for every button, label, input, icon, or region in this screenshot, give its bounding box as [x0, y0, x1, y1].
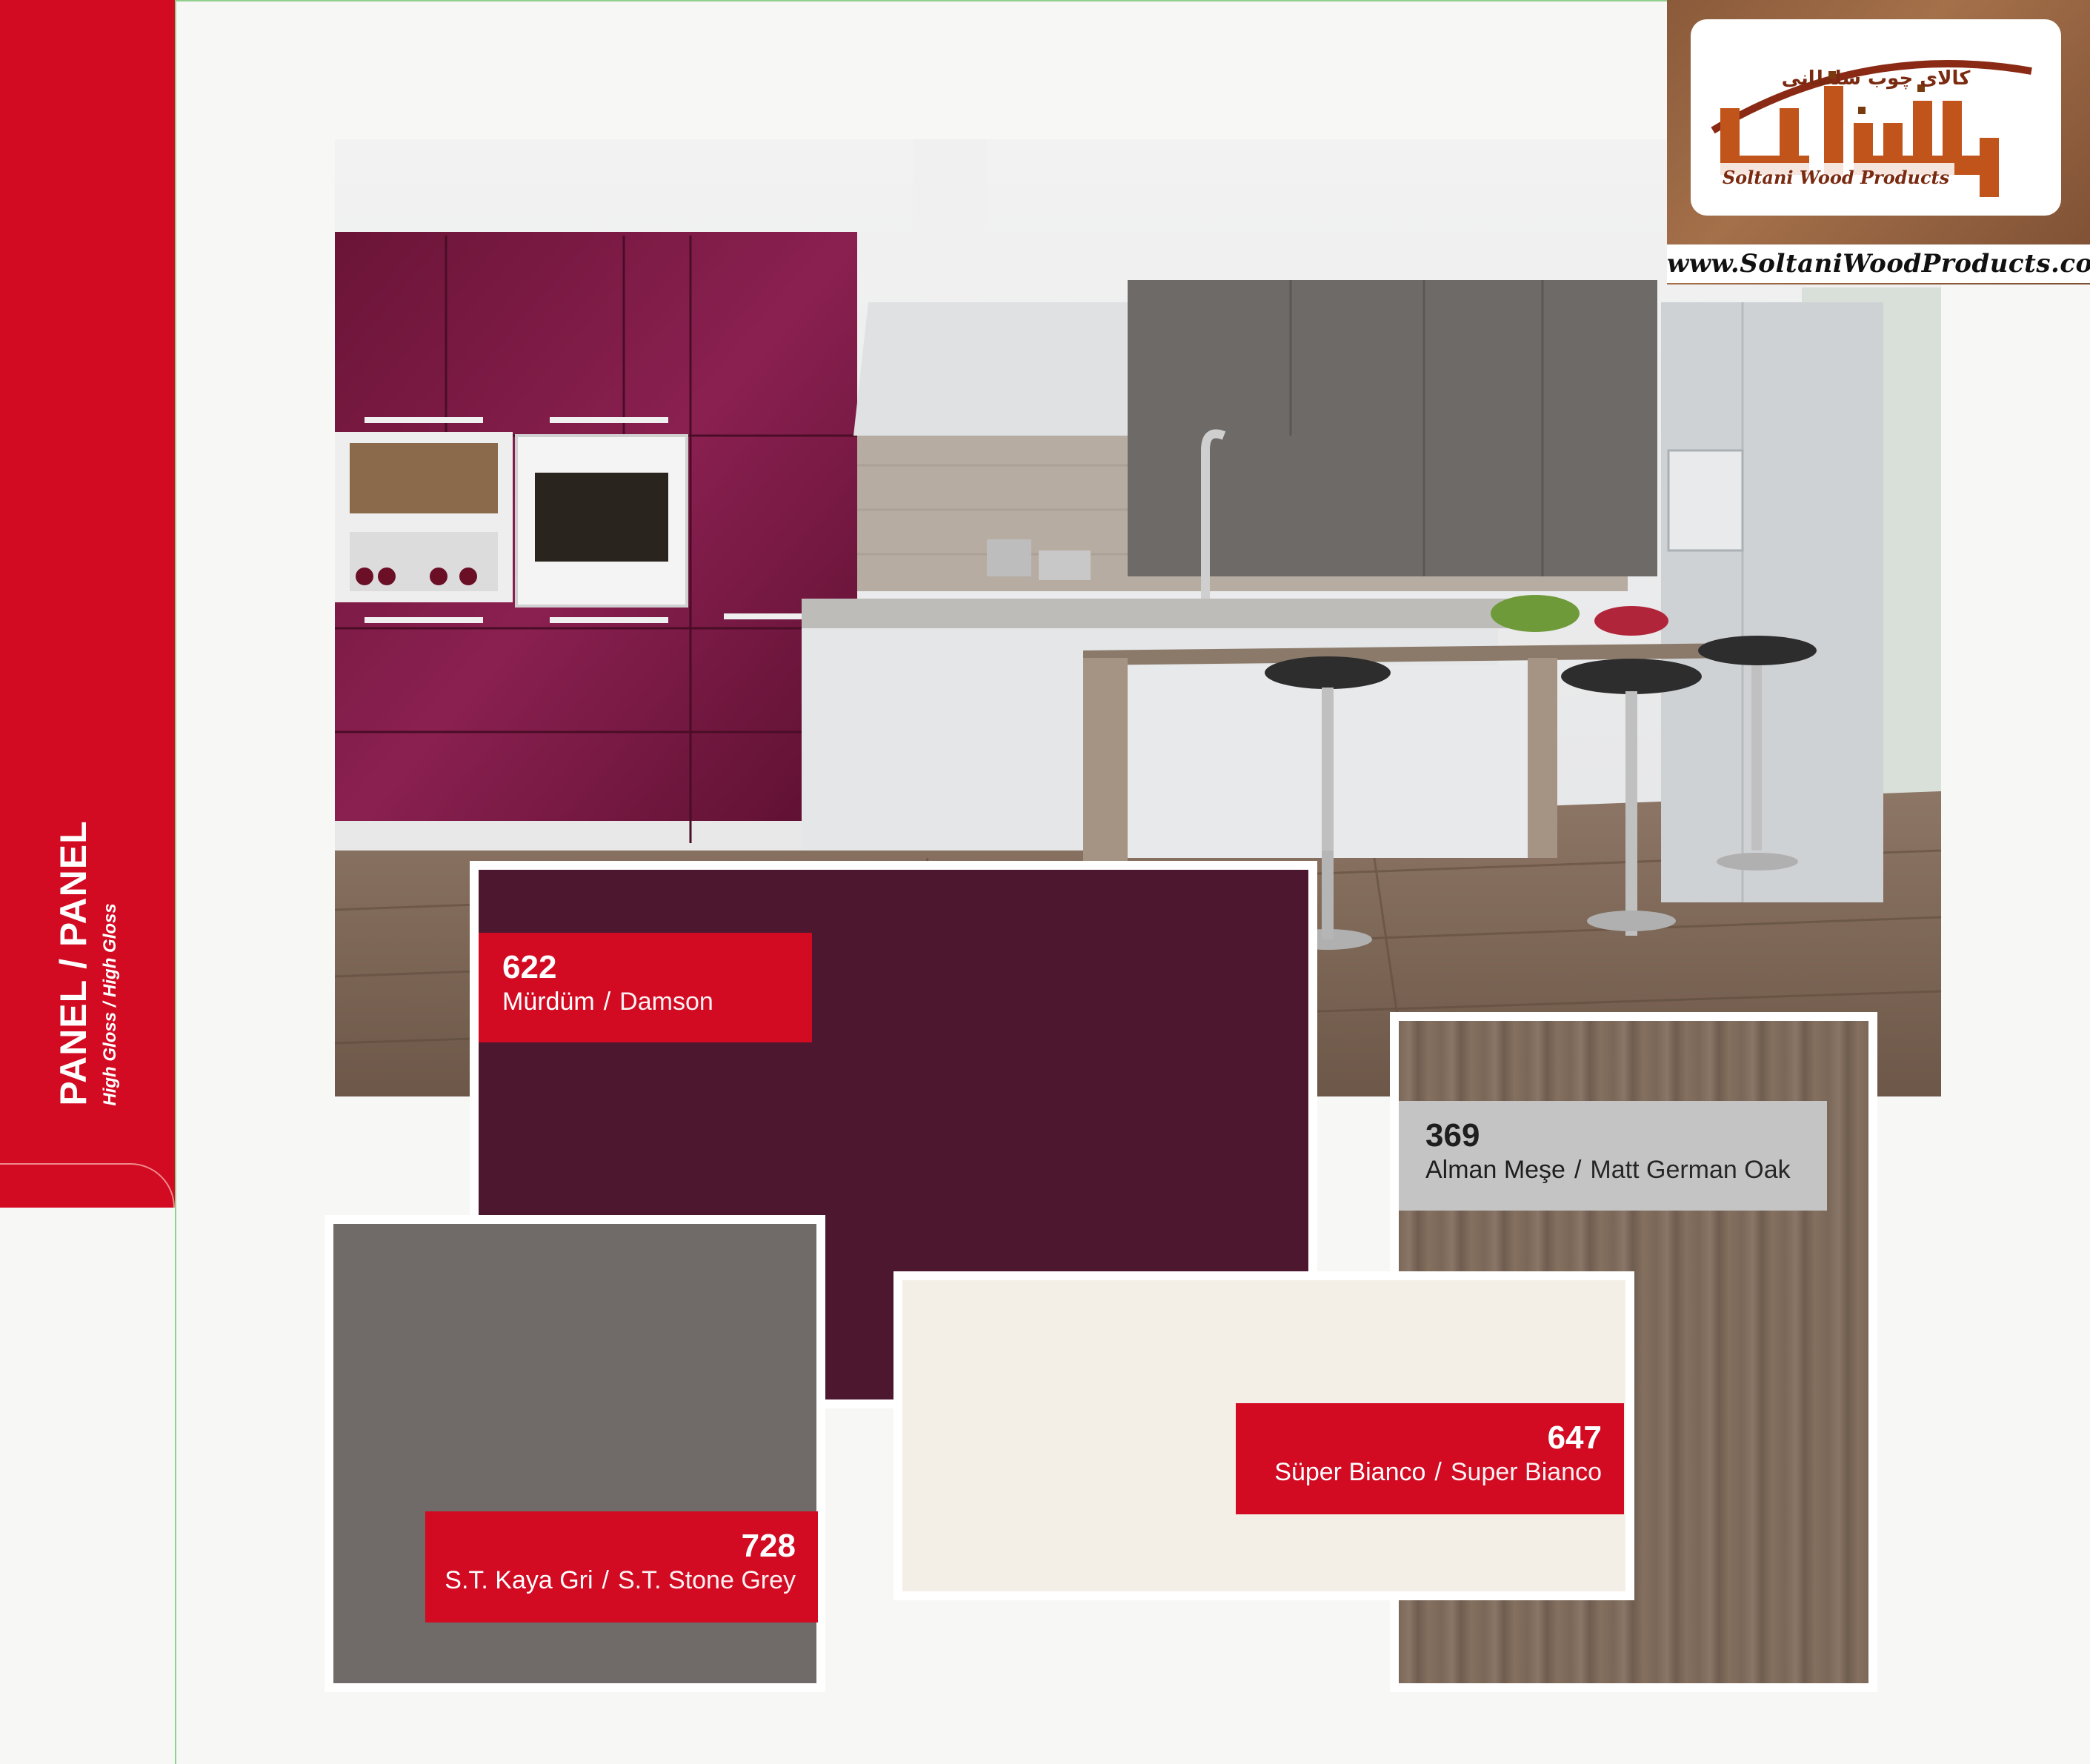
swatch-label-622: 622 Mürdüm / Damson	[479, 933, 812, 1042]
side-band: PANEL / PANEL High Gloss / High Gloss	[0, 0, 175, 1208]
logo-mark-icon: کالای چوب سلطانی Soltani Wood Products	[1711, 60, 2032, 197]
logo-url[interactable]: www.SoltaniWoodProducts.com	[1667, 244, 2090, 283]
swatch-code: 369	[1425, 1117, 1480, 1154]
swatch-code: 728	[741, 1528, 796, 1564]
swatch-card-647: 647 Süper Bianco / Super Bianco	[893, 1271, 1634, 1600]
swatch-name-tr: Alman Meşe	[1425, 1156, 1565, 1184]
swatch-name-en: Damson	[619, 988, 713, 1016]
swatch-name-tr: Mürdüm	[502, 988, 595, 1016]
side-title: PANEL / PANEL	[53, 820, 94, 1106]
swatch-name: Alman Meşe / Matt German Oak	[1425, 1156, 1791, 1184]
logo-persian-text: کالای چوب سلطانی	[1782, 67, 1971, 90]
swatch-name-en: Super Bianco	[1450, 1458, 1602, 1486]
side-heading: PANEL / PANEL High Gloss / High Gloss	[53, 820, 122, 1105]
side-band-notch	[0, 1163, 175, 1208]
swatch-name-tr: S.T. Kaya Gri	[445, 1566, 593, 1594]
soltani-logo[interactable]: کالای چوب سلطانی Soltani Wood Products w…	[1667, 0, 2090, 284]
swatch-code: 622	[502, 949, 557, 985]
swatch-name: Mürdüm / Damson	[502, 988, 713, 1016]
swatch-label-647: 647 Süper Bianco / Super Bianco	[1236, 1403, 1624, 1514]
swatch-code: 647	[1547, 1419, 1602, 1456]
swatch-name-en: S.T. Stone Grey	[618, 1566, 796, 1594]
side-subtitle: High Gloss / High Gloss	[100, 903, 120, 1106]
swatch-name-en: Matt German Oak	[1590, 1156, 1791, 1184]
swatch-name: S.T. Kaya Gri / S.T. Stone Grey	[445, 1566, 796, 1594]
logo-brand-text: Soltani Wood Products	[1723, 167, 1950, 188]
logo-card: کالای چوب سلطانی Soltani Wood Products	[1691, 19, 2061, 216]
swatch-label-369: 369 Alman Meşe / Matt German Oak	[1399, 1101, 1827, 1211]
swatch-name: Süper Bianco / Super Bianco	[1274, 1458, 1602, 1486]
swatch-name-tr: Süper Bianco	[1274, 1458, 1426, 1486]
swatch-card-728: 728 S.T. Kaya Gri / S.T. Stone Grey	[325, 1215, 825, 1692]
swatch-label-728: 728 S.T. Kaya Gri / S.T. Stone Grey	[425, 1511, 818, 1622]
